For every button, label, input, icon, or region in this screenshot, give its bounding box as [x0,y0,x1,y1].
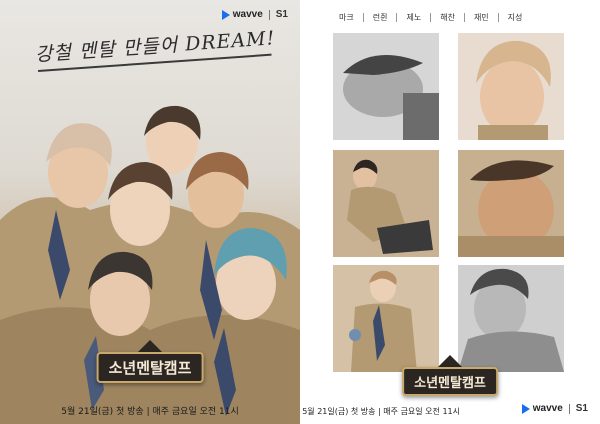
brand-row: wavve S1 [221,9,288,20]
wavve-play-icon [521,403,530,414]
member-photo-renjun [458,33,564,140]
member-name-renjun: 런쥔 [372,13,388,22]
member-photo-haechan [458,150,564,257]
member-name-jisung: 지성 [507,13,523,22]
wavve-play-icon [221,9,230,20]
show-title-logo: 소년멘탈캠프 [402,367,498,396]
divider [568,403,570,414]
sbs-logo: S1 [575,403,588,414]
member-photo-jaemin [333,265,439,372]
wavve-logo-text: wavve [532,403,563,414]
right-poster: 마크 런쥔 제노 해찬 재민 지성 소년멘탈캠프 5월 21일(금) 첫 방송 … [300,0,600,424]
wavve-logo: wavve [221,9,263,20]
member-name-haechan: 해찬 [440,13,455,22]
left-poster: wavve S1 강철 멘탈 만들어 DREAM! 소년멘탈캠프 5월 21일(… [0,0,300,424]
member-photo-jisung [458,265,564,372]
member-name-row: 마크 런쥔 제노 해찬 재민 지성 [330,12,531,23]
member-name-jeno: 제노 [406,13,422,22]
member-name-mark: 마크 [339,13,354,22]
divider [268,9,270,20]
wavve-logo-text: wavve [232,9,263,20]
member-name-jaemin: 재민 [473,13,489,22]
tagline: 강철 멘탈 만들어 DREAM! [34,27,276,66]
airdate-text: 5월 21일(금) 첫 방송 | 매주 금요일 오전 11시 [302,407,460,416]
member-photo-mark [333,33,439,140]
airdate-text: 5월 21일(금) 첫 방송 | 매주 금요일 오전 11시 [61,407,239,417]
member-photo-jeno [333,150,439,257]
sbs-logo: S1 [275,9,288,20]
show-title-logo: 소년멘탈캠프 [96,352,204,383]
brand-row: wavve S1 [521,403,588,414]
wavve-logo: wavve [521,403,563,414]
